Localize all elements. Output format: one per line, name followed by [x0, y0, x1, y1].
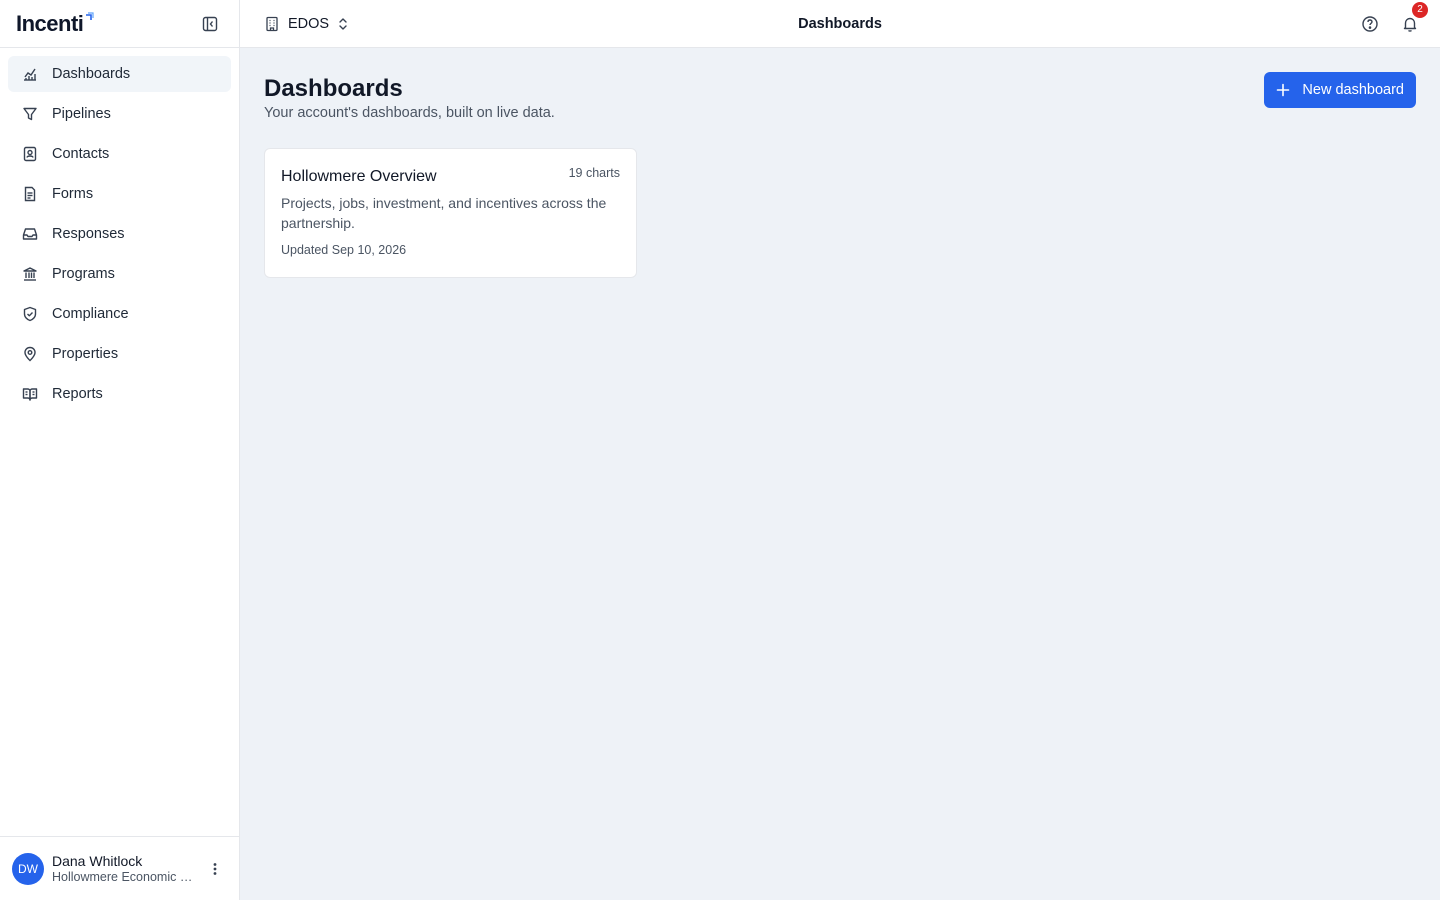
user-info: Dana Whitlock Hollowmere Economic Develo…	[52, 853, 203, 885]
new-dashboard-label: New dashboard	[1302, 82, 1404, 98]
main: EDOS Dashboards 2 Dashboards Your accoun…	[240, 0, 1440, 900]
avatar[interactable]: DW	[12, 852, 44, 885]
sidebar-item-label: Forms	[52, 186, 94, 202]
page-title: Dashboards	[264, 75, 403, 102]
map-pin-icon	[20, 344, 40, 364]
sidebar-item-forms[interactable]: Forms	[8, 176, 231, 212]
sidebar-item-label: Pipelines	[52, 106, 111, 122]
dashboard-card-description: Projects, jobs, investment, and incentiv…	[281, 195, 607, 231]
logo[interactable]: Incenti	[16, 10, 95, 36]
sidebar-item-properties[interactable]: Properties	[8, 336, 231, 372]
sidebar-item-label: Contacts	[52, 146, 110, 162]
dashboard-card-title: Hollowmere Overview	[281, 168, 437, 185]
sidebar-item-label: Responses	[52, 226, 125, 242]
logo-text: Incenti	[16, 10, 84, 36]
collapse-sidebar-icon[interactable]	[199, 13, 221, 35]
more-vertical-icon[interactable]	[203, 857, 227, 881]
sidebar-nav: Dashboards Pipelines Contacts Forms Resp…	[0, 48, 239, 836]
dashboard-card-updated: Updated Sep 10, 2026	[281, 243, 407, 257]
notifications-bell-icon[interactable]: 2	[1396, 1, 1428, 38]
sidebar-item-label: Dashboards	[52, 66, 131, 82]
building-icon	[264, 16, 280, 32]
dashboard-list: Hollowmere Overview 19 charts Projects, …	[264, 148, 1416, 278]
user-org: Hollowmere Economic Development	[52, 869, 194, 884]
bank-icon	[20, 264, 40, 284]
sidebar-header: Incenti	[0, 0, 239, 48]
contact-book-icon	[20, 144, 40, 164]
sidebar-item-responses[interactable]: Responses	[8, 216, 231, 252]
chart-icon	[20, 64, 40, 84]
sidebar-item-label: Properties	[52, 346, 119, 362]
page-subtitle: Your account's dashboards, built on live…	[264, 105, 555, 121]
document-icon	[20, 184, 40, 204]
sidebar: Incenti Dashboards Pipelines Contacts Fo…	[0, 0, 240, 900]
page-header: Dashboards Your account's dashboards, bu…	[264, 72, 1416, 122]
org-switcher[interactable]: EDOS	[264, 16, 349, 32]
sidebar-item-contacts[interactable]: Contacts	[8, 136, 231, 172]
inbox-icon	[20, 224, 40, 244]
content: Dashboards Your account's dashboards, bu…	[240, 48, 1440, 900]
topbar: EDOS Dashboards 2	[240, 0, 1440, 48]
user-name: Dana Whitlock	[52, 852, 143, 869]
dashboard-card[interactable]: Hollowmere Overview 19 charts Projects, …	[264, 148, 637, 278]
notification-count-badge: 2	[1412, 1, 1428, 18]
plus-icon	[1276, 83, 1290, 97]
funnel-icon	[20, 104, 40, 124]
sidebar-item-dashboards[interactable]: Dashboards	[8, 56, 231, 92]
user-account[interactable]: DW Dana Whitlock Hollowmere Economic Dev…	[0, 836, 239, 900]
new-dashboard-button[interactable]: New dashboard	[1264, 72, 1416, 108]
sidebar-item-pipelines[interactable]: Pipelines	[8, 96, 231, 132]
sidebar-item-reports[interactable]: Reports	[8, 376, 231, 412]
logo-arrow-icon	[84, 9, 95, 27]
chevron-up-down-icon	[337, 16, 349, 32]
sidebar-item-label: Reports	[52, 386, 103, 402]
sidebar-item-label: Compliance	[52, 306, 129, 322]
shield-check-icon	[20, 304, 40, 324]
dashboard-card-chart-count: 19 charts	[568, 166, 620, 180]
book-icon	[20, 384, 40, 404]
sidebar-item-label: Programs	[52, 266, 115, 282]
help-icon[interactable]	[1356, 10, 1384, 38]
topbar-actions: 2	[1344, 1, 1428, 38]
app-shell: Incenti Dashboards Pipelines Contacts Fo…	[0, 0, 1440, 900]
sidebar-item-compliance[interactable]: Compliance	[8, 296, 231, 332]
topbar-title: Dashboards	[798, 15, 882, 32]
sidebar-item-programs[interactable]: Programs	[8, 256, 231, 292]
org-name: EDOS	[288, 15, 330, 32]
